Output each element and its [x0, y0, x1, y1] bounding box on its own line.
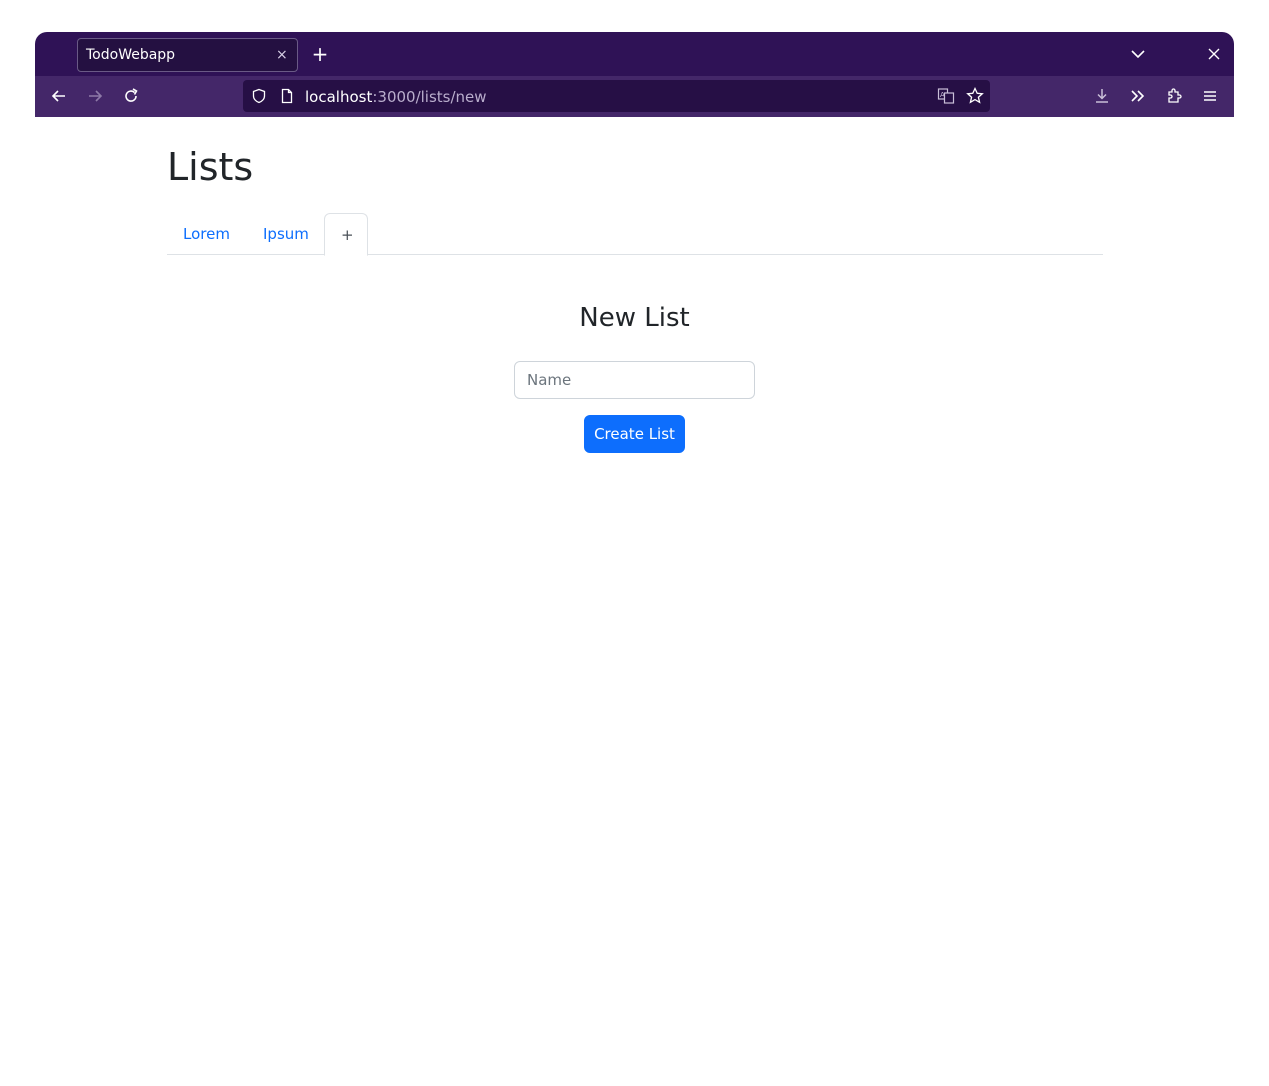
download-icon[interactable]: [1092, 86, 1112, 106]
tab-new-list[interactable]: +: [324, 213, 368, 256]
navigation-toolbar: localhost:3000/lists/new A: [35, 76, 1234, 117]
url-bar[interactable]: localhost:3000/lists/new A: [243, 80, 990, 112]
menu-icon[interactable]: [1200, 86, 1220, 106]
browser-tab[interactable]: TodoWebapp ×: [77, 38, 298, 72]
bookmark-star-icon[interactable]: [965, 86, 985, 106]
tab-lorem[interactable]: Lorem: [167, 213, 246, 255]
tab-strip: TodoWebapp × +: [35, 32, 1234, 76]
browser-window: TodoWebapp × + localhost:3000/lists/new …: [35, 32, 1234, 1086]
forward-icon[interactable]: [85, 86, 105, 106]
page-content: Lists Lorem Ipsum + New List Create List: [35, 117, 1234, 1086]
new-tab-button[interactable]: +: [311, 44, 329, 64]
name-input[interactable]: [514, 361, 755, 399]
tab-ipsum[interactable]: Ipsum: [247, 213, 325, 255]
tab-title: TodoWebapp: [86, 47, 176, 63]
url-text[interactable]: localhost:3000/lists/new: [305, 88, 487, 106]
window-close-icon[interactable]: [1205, 45, 1223, 63]
puzzle-icon[interactable]: [1165, 86, 1185, 106]
svg-text:A: A: [940, 91, 945, 99]
form-heading: New List: [579, 303, 690, 333]
page-title: Lists: [167, 145, 254, 189]
create-list-button[interactable]: Create List: [584, 415, 685, 453]
page-icon[interactable]: [279, 88, 295, 104]
translate-icon[interactable]: A: [937, 87, 955, 105]
shield-icon[interactable]: [251, 88, 267, 104]
list-tabs: Lorem Ipsum +: [167, 213, 1103, 256]
tab-close-icon[interactable]: ×: [276, 47, 288, 63]
extensions-overflow-icon[interactable]: [1128, 86, 1148, 106]
url-host: localhost: [305, 88, 373, 106]
reload-icon[interactable]: [121, 86, 141, 106]
tab-list-chevron-icon[interactable]: [1129, 45, 1147, 63]
url-path: :3000/lists/new: [372, 88, 487, 106]
back-icon[interactable]: [49, 86, 69, 106]
